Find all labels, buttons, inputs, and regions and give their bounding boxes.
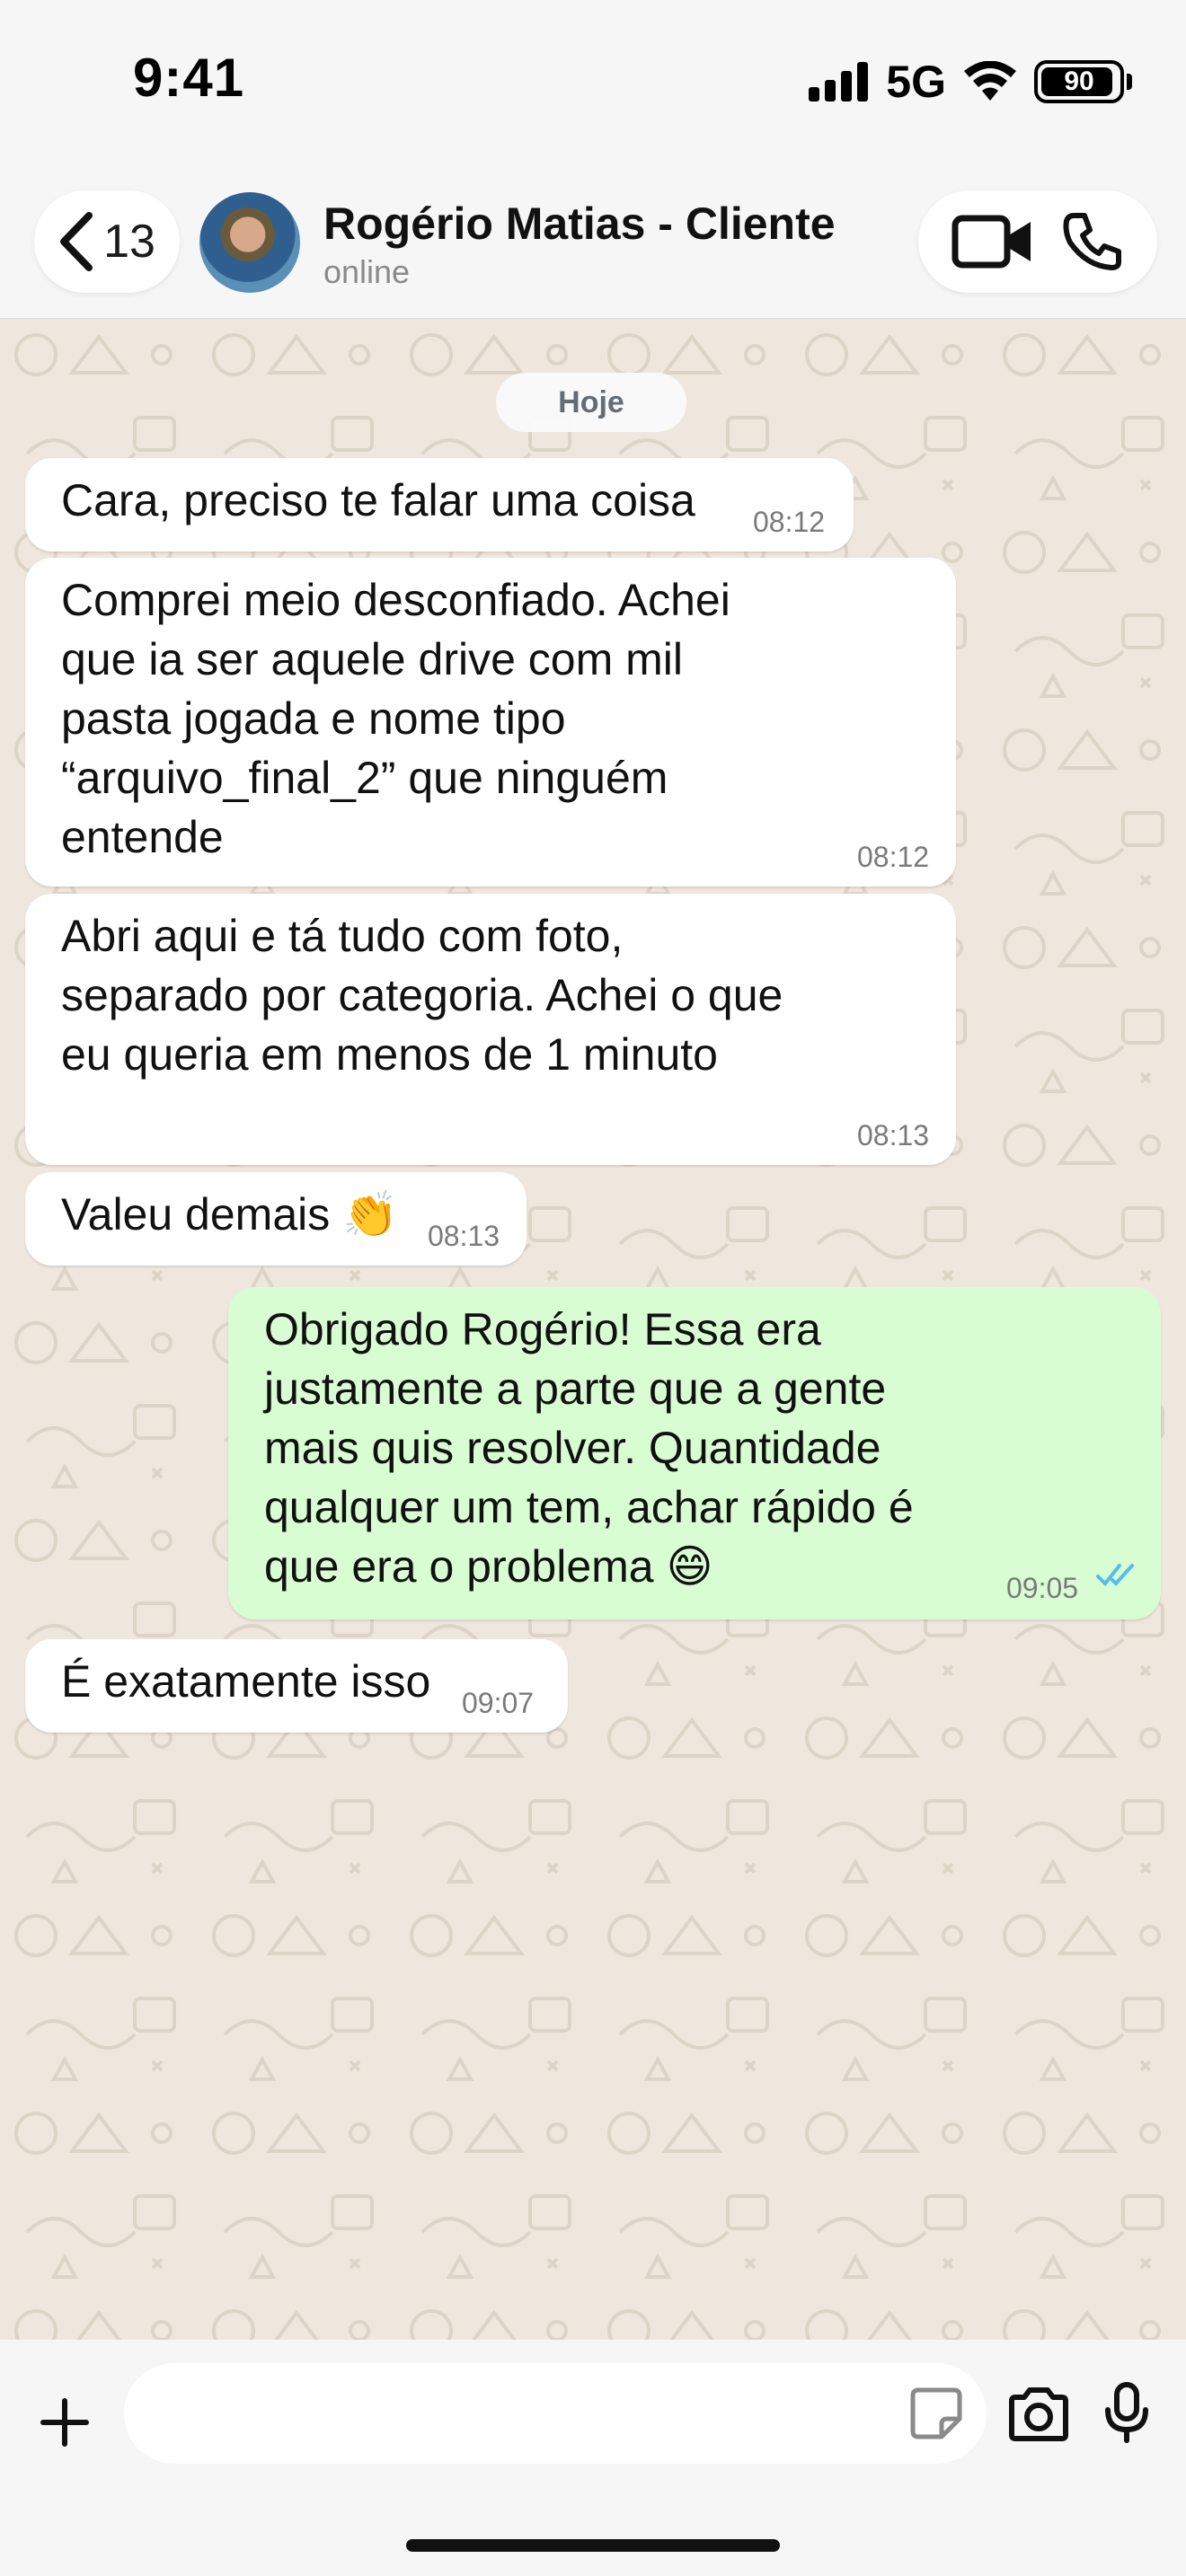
message-time: 08:13 xyxy=(428,1220,500,1252)
network-type: 5G xyxy=(886,57,946,107)
status-bar: 9:41 5G 90 xyxy=(0,0,1186,171)
date-separator: Hoje xyxy=(496,373,686,432)
message-time: 09:05 xyxy=(1006,1572,1079,1604)
status-time: 9:41 xyxy=(133,48,245,108)
message-incoming[interactable]: É exatamente isso 09:07 xyxy=(25,1639,568,1733)
home-indicator[interactable] xyxy=(406,2539,780,2552)
message-text: Obrigado Rogério! Essa era justamente a … xyxy=(264,1304,914,1592)
message-text: É exatamente isso xyxy=(61,1656,431,1707)
message-outgoing[interactable]: Obrigado Rogério! Essa era justamente a … xyxy=(228,1287,1161,1619)
message-text: Valeu demais 👏 xyxy=(61,1189,399,1239)
message-input[interactable] xyxy=(124,2363,987,2464)
message-incoming[interactable]: Comprei meio desconfiado. Achei que ia s… xyxy=(25,558,956,887)
video-call-icon[interactable] xyxy=(951,213,1034,270)
plus-icon[interactable] xyxy=(40,2397,90,2448)
message-incoming[interactable]: Abri aqui e tá tudo com foto, separado p… xyxy=(25,894,956,1165)
message-time: 08:12 xyxy=(857,841,930,873)
status-indicators: 5G 90 xyxy=(809,56,1132,108)
message-text: Cara, preciso te falar uma coisa xyxy=(61,475,695,525)
message-incoming[interactable]: Valeu demais 👏 08:13 xyxy=(25,1172,527,1266)
chat-header: 13 Rogério Matias - Cliente online xyxy=(0,171,1186,319)
unread-count: 13 xyxy=(103,216,155,268)
avatar[interactable] xyxy=(199,192,300,293)
mic-icon[interactable] xyxy=(1103,2381,1150,2444)
sticker-icon[interactable] xyxy=(907,2385,965,2442)
contact-name[interactable]: Rogério Matias - Cliente xyxy=(323,198,836,250)
camera-icon[interactable] xyxy=(1006,2386,1071,2442)
message-time: 08:13 xyxy=(857,1119,930,1151)
double-check-icon xyxy=(1096,1564,1134,1586)
signal-icon xyxy=(809,62,869,101)
wifi-icon xyxy=(964,61,1016,101)
message-time: 09:07 xyxy=(462,1687,535,1719)
chat-area[interactable]: Hoje Cara, preciso te falar uma coisa 08… xyxy=(0,319,1186,2340)
input-bar xyxy=(0,2340,1186,2576)
battery-level: 90 xyxy=(1064,66,1094,96)
message-incoming[interactable]: Cara, preciso te falar uma coisa 08:12 xyxy=(25,458,854,551)
phone-icon[interactable] xyxy=(1061,210,1124,273)
back-chevron-icon xyxy=(60,212,93,271)
back-button[interactable]: 13 xyxy=(34,190,180,293)
message-text: Abri aqui e tá tudo com foto, separado p… xyxy=(61,911,783,1080)
call-actions xyxy=(918,190,1157,293)
battery-icon: 90 xyxy=(1034,60,1132,103)
message-text: Comprei meio desconfiado. Achei que ia s… xyxy=(61,575,730,862)
contact-status: online xyxy=(323,253,411,290)
message-time: 08:12 xyxy=(753,506,826,538)
